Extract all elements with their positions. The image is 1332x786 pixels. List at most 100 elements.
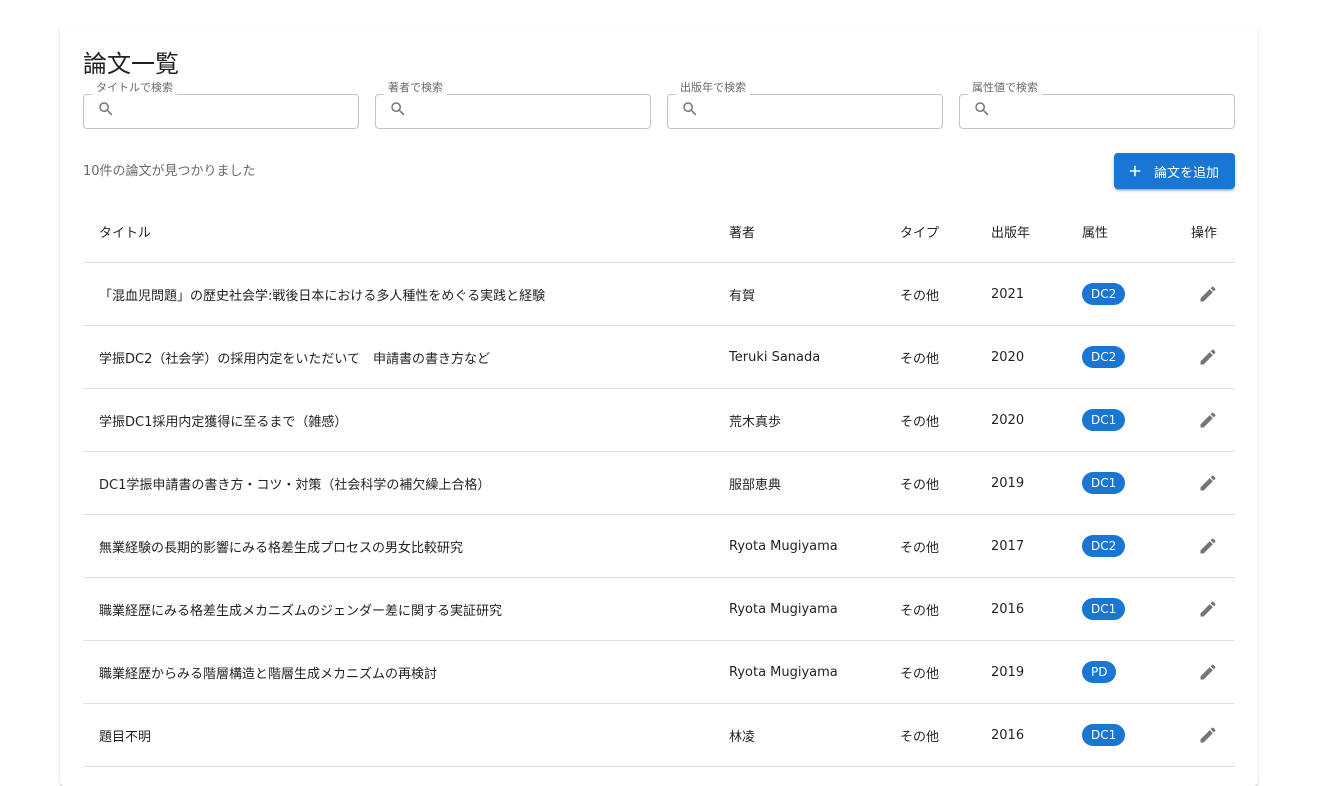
edit-button[interactable]	[1195, 596, 1221, 622]
row-type: その他	[884, 262, 975, 326]
row-attribute-cell: DC2	[1066, 325, 1175, 389]
row-year: 2017	[975, 514, 1066, 578]
row-operation-cell	[1175, 325, 1235, 389]
table-row: 無業経験の長期的影響にみる格差生成プロセスの男女比較研究 Ryota Mugiy…	[83, 514, 1235, 578]
row-attribute-cell: PD	[1066, 640, 1175, 704]
edit-button[interactable]	[1195, 407, 1221, 433]
row-type: その他	[884, 451, 975, 515]
row-year: 2021	[975, 262, 1066, 326]
row-author: 有賀	[713, 262, 884, 326]
attribute-search-input[interactable]	[999, 99, 1221, 121]
row-title: DC1学振申請書の書き方・コツ・対策（社会科学の補欠繰上合格）	[83, 451, 713, 515]
search-icon	[975, 102, 989, 116]
table-row: DC1学振申請書の書き方・コツ・対策（社会科学の補欠繰上合格） 服部恵典 その他…	[83, 451, 1235, 515]
add-paper-label: 論文を追加	[1153, 165, 1219, 181]
header-title: タイトル	[83, 200, 713, 263]
attribute-chip: DC1	[1082, 409, 1126, 431]
edit-button[interactable]	[1195, 659, 1221, 685]
attribute-chip: DC2	[1082, 346, 1126, 368]
pencil-icon	[1200, 600, 1216, 616]
row-attribute-cell: DC1	[1066, 451, 1175, 515]
row-author: Ryota Mugiyama	[713, 640, 884, 704]
table-row: 題目不明 林凌 その他 2016 DC1	[83, 703, 1235, 767]
result-count: 10件の論文が見つかりました	[83, 164, 256, 179]
row-title: 学振DC1採用内定獲得に至るまで（雑感）	[83, 388, 713, 452]
row-author: Teruki Sanada	[713, 325, 884, 389]
row-type: その他	[884, 703, 975, 767]
edit-button[interactable]	[1195, 722, 1221, 748]
table-row: 職業経歴にみる格差生成メカニズムのジェンダー差に関する実証研究 Ryota Mu…	[83, 577, 1235, 641]
row-operation-cell	[1175, 262, 1235, 326]
row-author: Ryota Mugiyama	[713, 577, 884, 641]
row-year: 2020	[975, 325, 1066, 389]
row-type: その他	[884, 640, 975, 704]
row-operation-cell	[1175, 514, 1235, 578]
row-attribute-cell: DC2	[1066, 262, 1175, 326]
add-paper-button[interactable]: 論文を追加	[1113, 153, 1235, 189]
attribute-chip: DC2	[1082, 535, 1126, 557]
edit-button[interactable]	[1195, 533, 1221, 559]
row-title: 題目不明	[83, 703, 713, 767]
pencil-icon	[1200, 348, 1216, 364]
row-type: その他	[884, 514, 975, 578]
table-row: 学振DC1採用内定獲得に至るまで（雑感） 荒木真歩 その他 2020 DC1	[83, 388, 1235, 452]
papers-table: タイトル 著者 タイプ 出版年 属性 操作 「混血児問題」の歴史社会学:戦後日本…	[83, 200, 1235, 767]
search-icon	[683, 102, 697, 116]
row-operation-cell	[1175, 388, 1235, 452]
row-attribute-cell: DC2	[1066, 514, 1175, 578]
pencil-icon	[1200, 726, 1216, 742]
row-type: その他	[884, 388, 975, 452]
row-attribute-cell: DC1	[1066, 388, 1175, 452]
header-type: タイプ	[884, 200, 975, 263]
pencil-icon	[1200, 537, 1216, 553]
title-search-field[interactable]: タイトルで検索	[83, 82, 359, 129]
author-search-field[interactable]: 著者で検索	[375, 82, 651, 129]
header-author: 著者	[713, 200, 884, 263]
attribute-chip: DC1	[1082, 598, 1126, 620]
row-author: 荒木真歩	[713, 388, 884, 452]
pencil-icon	[1200, 474, 1216, 490]
search-icon	[391, 102, 405, 116]
attribute-search-field[interactable]: 属性値で検索	[959, 82, 1235, 129]
pencil-icon	[1200, 411, 1216, 427]
header-attribute: 属性	[1066, 200, 1175, 263]
header-operation: 操作	[1175, 200, 1235, 263]
title-search-input[interactable]	[123, 99, 345, 121]
header-year: 出版年	[975, 200, 1066, 263]
row-year: 2016	[975, 577, 1066, 641]
year-search-input[interactable]	[707, 99, 929, 121]
row-type: その他	[884, 577, 975, 641]
row-year: 2016	[975, 703, 1066, 767]
row-year: 2019	[975, 640, 1066, 704]
author-search-input[interactable]	[415, 99, 637, 121]
row-title: 学振DC2（社会学）の採用内定をいただいて 申請書の書き方など	[83, 325, 713, 389]
row-attribute-cell: DC1	[1066, 577, 1175, 641]
pencil-icon	[1200, 663, 1216, 679]
row-operation-cell	[1175, 703, 1235, 767]
papers-card: 論文一覧 タイトルで検索 著者で検索 出版年で検索 属性値で検索 10件の論文が…	[60, 26, 1258, 786]
table-row: 職業経歴からみる階層構造と階層生成メカニズムの再検討 Ryota Mugiyam…	[83, 640, 1235, 704]
row-title: 職業経歴からみる階層構造と階層生成メカニズムの再検討	[83, 640, 713, 704]
row-title: 職業経歴にみる格差生成メカニズムのジェンダー差に関する実証研究	[83, 577, 713, 641]
row-author: 林凌	[713, 703, 884, 767]
attribute-chip: DC1	[1082, 472, 1126, 494]
page-title: 論文一覧	[83, 50, 179, 78]
attribute-chip: PD	[1082, 661, 1117, 683]
row-year: 2020	[975, 388, 1066, 452]
search-icon	[99, 102, 113, 116]
row-type: その他	[884, 325, 975, 389]
row-attribute-cell: DC1	[1066, 703, 1175, 767]
row-author: 服部恵典	[713, 451, 884, 515]
row-title: 無業経験の長期的影響にみる格差生成プロセスの男女比較研究	[83, 514, 713, 578]
edit-button[interactable]	[1195, 281, 1221, 307]
attribute-chip: DC2	[1082, 283, 1126, 305]
row-title: 「混血児問題」の歴史社会学:戦後日本における多人種性をめぐる実践と経験	[83, 262, 713, 326]
attribute-chip: DC1	[1082, 724, 1126, 746]
edit-button[interactable]	[1195, 344, 1221, 370]
edit-button[interactable]	[1195, 470, 1221, 496]
row-operation-cell	[1175, 451, 1235, 515]
table-row: 学振DC2（社会学）の採用内定をいただいて 申請書の書き方など Teruki S…	[83, 325, 1235, 389]
year-search-field[interactable]: 出版年で検索	[667, 82, 943, 129]
table-row: 「混血児問題」の歴史社会学:戦後日本における多人種性をめぐる実践と経験 有賀 そ…	[83, 262, 1235, 326]
pencil-icon	[1200, 285, 1216, 301]
